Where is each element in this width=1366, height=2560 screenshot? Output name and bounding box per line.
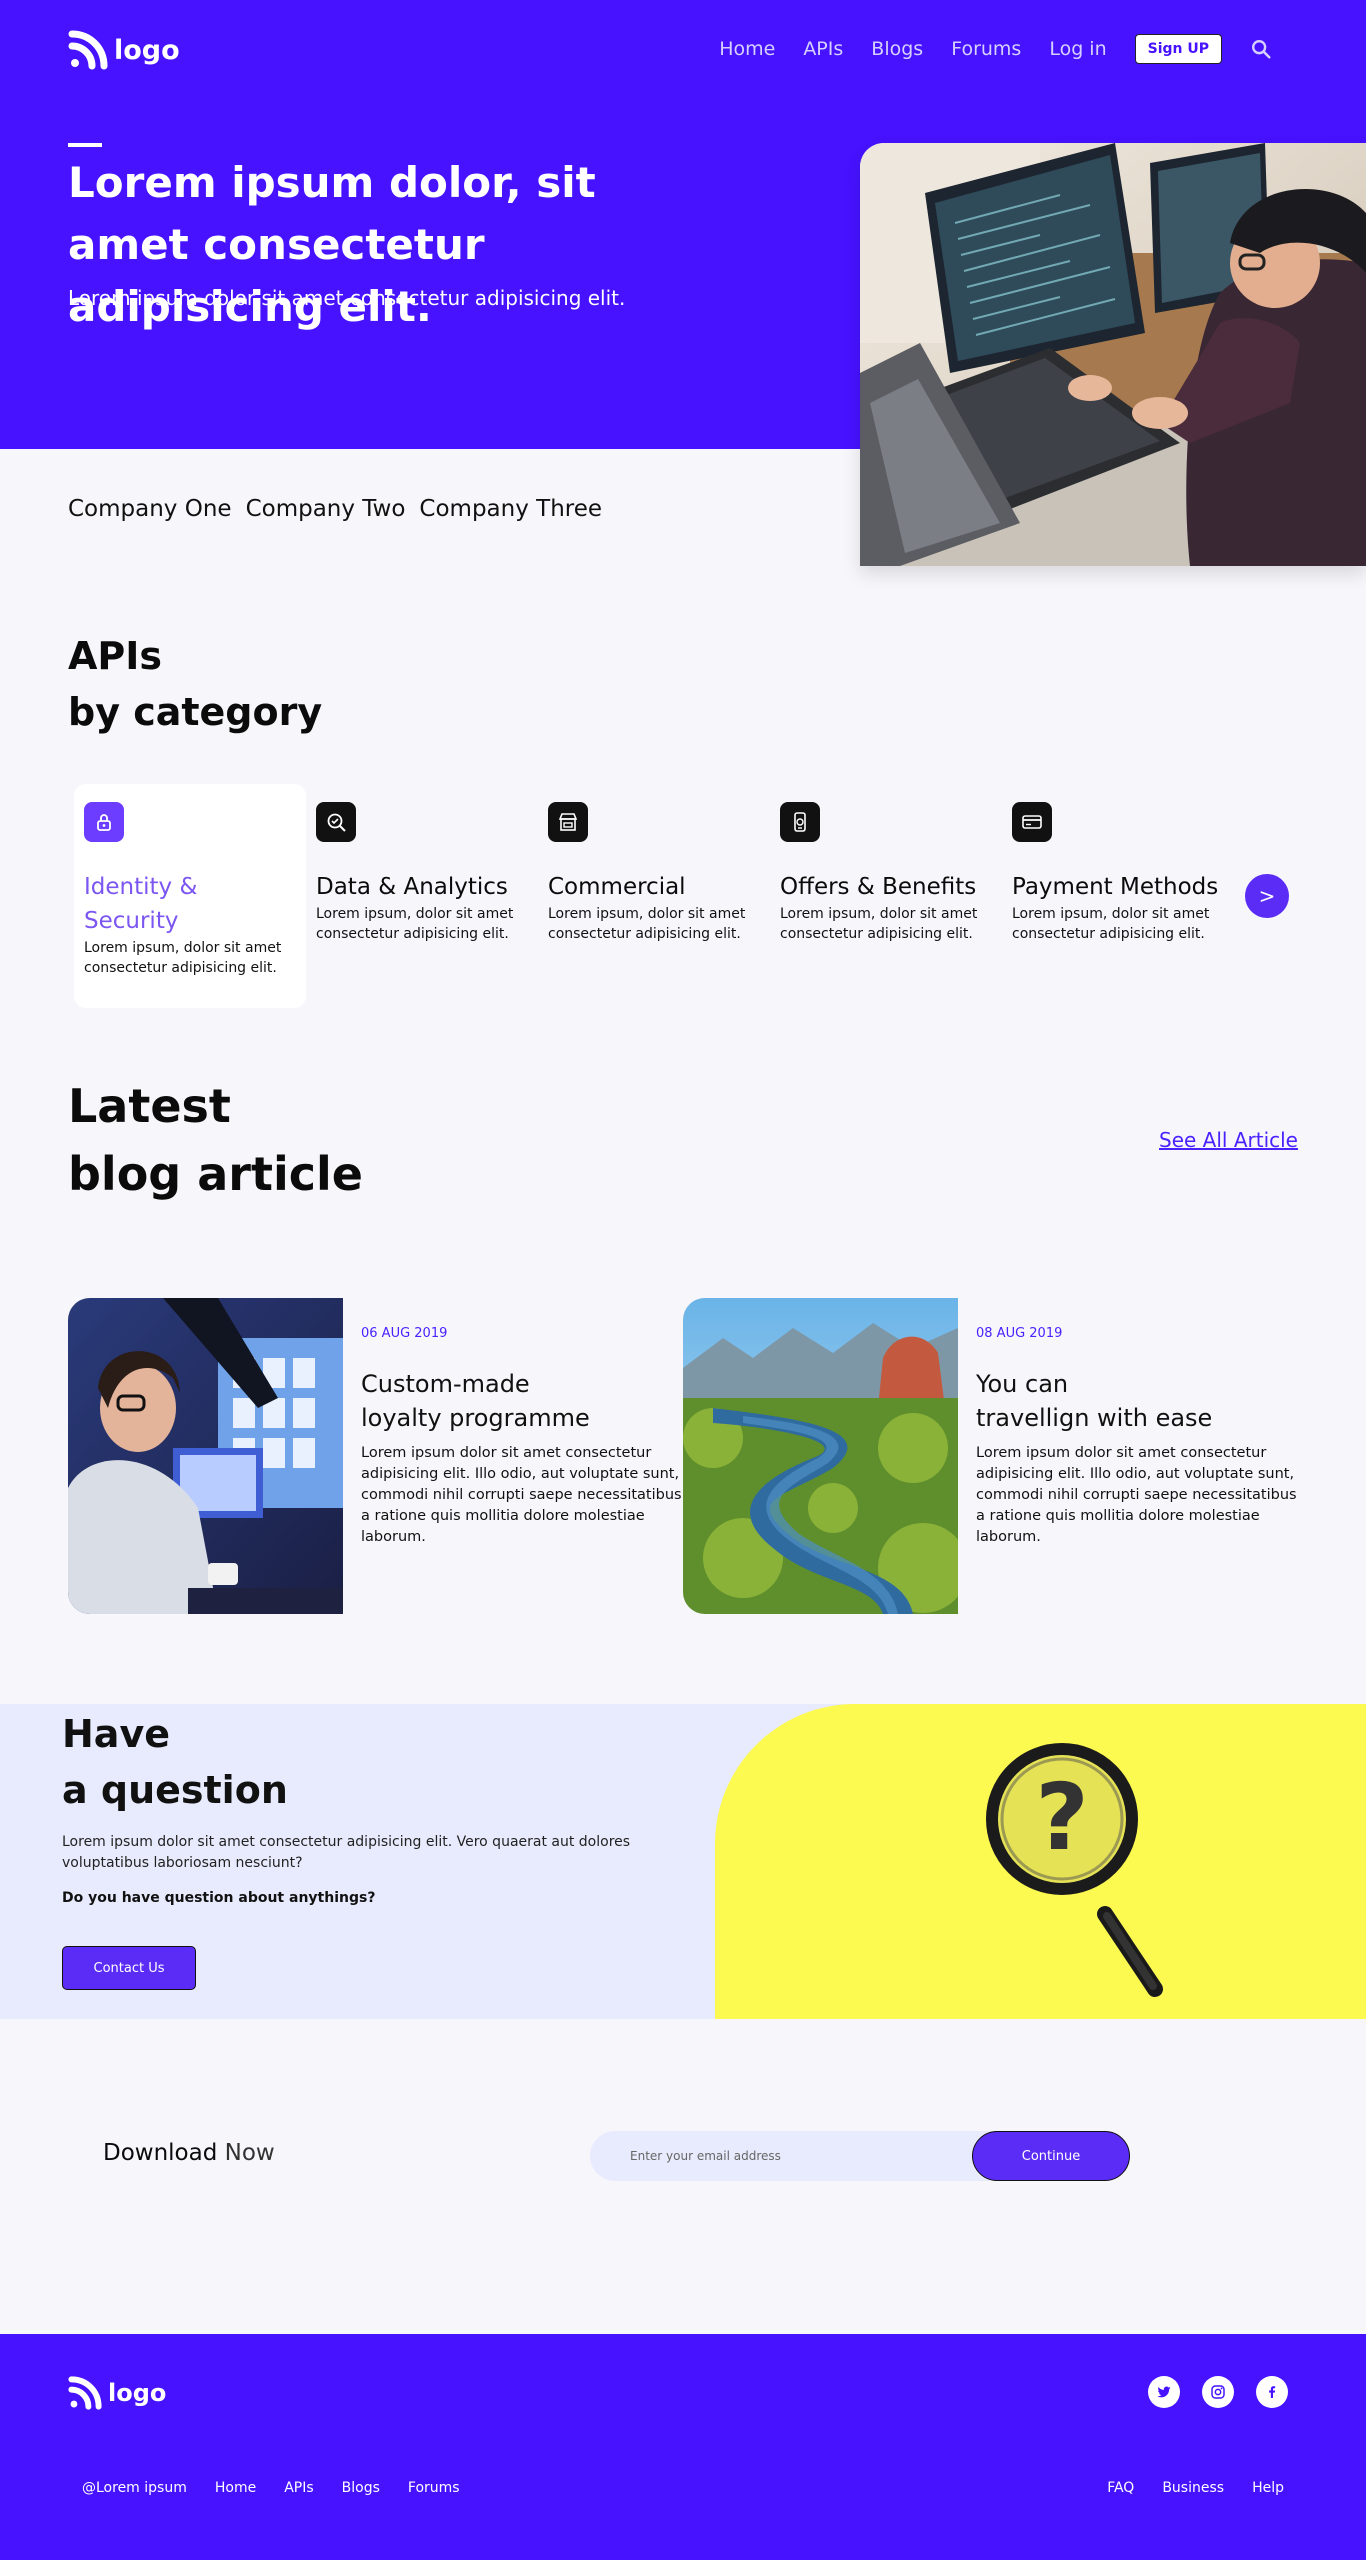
blog-card-body: 08 AUG 2019 You can travellign with ease…: [958, 1298, 1299, 1614]
blog-title-line1: Custom-made: [361, 1370, 530, 1398]
download-label: Download Now: [103, 2140, 275, 2166]
apis-title-line2: by category: [68, 690, 323, 734]
logo-icon: [68, 30, 108, 70]
email-input[interactable]: [590, 2149, 970, 2163]
footer-logo[interactable]: logo: [68, 2376, 166, 2410]
footer-link-help[interactable]: Help: [1252, 2480, 1284, 2496]
footer-copyright: @Lorem ipsum: [82, 2480, 187, 2496]
analytics-icon: [316, 802, 356, 842]
blog-title-line2: blog article: [68, 1147, 363, 1201]
footer-link-blogs[interactable]: Blogs: [342, 2480, 380, 2496]
category-list: Identity & Security Lorem ipsum, dolor s…: [74, 784, 1234, 1008]
company-one: Company One: [68, 496, 232, 522]
main-nav: Home APIs Blogs Forums Log in Sign UP: [719, 34, 1272, 64]
footer-links-right: FAQ Business Help: [1107, 2480, 1284, 2496]
blog-card[interactable]: 08 AUG 2019 You can travellign with ease…: [683, 1298, 1299, 1614]
hero-accent-line: [68, 143, 102, 147]
category-desc: Lorem ipsum, dolor sit amet consectetur …: [548, 906, 746, 942]
question-title: Have a question: [62, 1706, 288, 1818]
blog-image-office: [68, 1298, 343, 1614]
blog-image-river: [683, 1298, 958, 1614]
category-title: Payment Methods: [1012, 874, 1219, 900]
apis-title-line1: APIs: [68, 634, 163, 678]
blog-title-line2: travellign with ease: [976, 1404, 1213, 1432]
apis-section-title: APIs by category: [68, 628, 322, 740]
category-title: Commercial: [548, 874, 686, 900]
social-links: [1148, 2376, 1288, 2408]
blog-card[interactable]: 06 AUG 2019 Custom-made loyalty programm…: [68, 1298, 684, 1614]
hero-title: Lorem ipsum dolor, sit amet consectetur …: [68, 158, 596, 331]
category-offers-benefits[interactable]: Offers & Benefits Lorem ipsum, dolor sit…: [770, 784, 1002, 1008]
facebook-icon[interactable]: [1256, 2376, 1288, 2408]
instagram-icon[interactable]: [1202, 2376, 1234, 2408]
blog-title-line1: You can: [976, 1370, 1069, 1398]
nav-home[interactable]: Home: [719, 38, 775, 60]
credit-card-icon: [1012, 802, 1052, 842]
category-title: Data & Analytics: [316, 874, 508, 900]
question-image: ?: [715, 1704, 1366, 2019]
category-next-button[interactable]: >: [1245, 874, 1289, 918]
continue-button[interactable]: Continue: [972, 2131, 1130, 2181]
blog-excerpt: Lorem ipsum dolor sit amet consectetur a…: [361, 1445, 682, 1545]
question-title-line2: a question: [62, 1768, 288, 1812]
download-label-bold: Download: [103, 2140, 218, 2166]
category-desc: Lorem ipsum, dolor sit amet consectetur …: [84, 940, 282, 976]
category-data-analytics[interactable]: Data & Analytics Lorem ipsum, dolor sit …: [306, 784, 538, 1008]
signup-button[interactable]: Sign UP: [1134, 34, 1222, 64]
hero-image-developer: [860, 143, 1366, 566]
logo-text: logo: [114, 34, 180, 66]
category-commercial[interactable]: Commercial Lorem ipsum, dolor sit amet c…: [538, 784, 770, 1008]
question-prompt: Do you have question about anythings?: [62, 1890, 376, 1906]
category-desc: Lorem ipsum, dolor sit amet consectetur …: [1012, 906, 1210, 942]
twitter-icon[interactable]: [1148, 2376, 1180, 2408]
nav-forums[interactable]: Forums: [951, 38, 1021, 60]
question-title-line1: Have: [62, 1712, 170, 1756]
svg-text:?: ?: [1035, 1764, 1088, 1871]
question-description: Lorem ipsum dolor sit amet consectetur a…: [62, 1834, 631, 1871]
blog-title-line2: loyalty programme: [361, 1404, 590, 1432]
category-title: Offers & Benefits: [780, 874, 977, 900]
nav-blogs[interactable]: Blogs: [871, 38, 923, 60]
company-logos: Company One Company Two Company Three: [68, 496, 602, 522]
nav-apis[interactable]: APIs: [803, 38, 843, 60]
blog-card-title[interactable]: Custom-made loyalty programme: [361, 1367, 684, 1435]
contact-us-button[interactable]: Contact Us: [62, 1946, 196, 1990]
footer-link-apis[interactable]: APIs: [284, 2480, 313, 2496]
hero-subtitle: Lorem ipsum dolor sit amet consectetur a…: [68, 286, 626, 310]
question-section: ? Have a question Lorem ipsum dolor sit …: [0, 1704, 1366, 2019]
footer-link-forums[interactable]: Forums: [408, 2480, 460, 2496]
footer-link-faq[interactable]: FAQ: [1107, 2480, 1134, 2496]
category-payment-methods[interactable]: Payment Methods Lorem ipsum, dolor sit a…: [1002, 784, 1234, 1008]
category-identity-security[interactable]: Identity & Security Lorem ipsum, dolor s…: [74, 784, 306, 1008]
footer-link-business[interactable]: Business: [1162, 2480, 1224, 2496]
see-all-articles-link[interactable]: See All Article: [1159, 1128, 1298, 1152]
search-icon[interactable]: [1250, 38, 1272, 60]
category-desc: Lorem ipsum, dolor sit amet consectetur …: [780, 906, 978, 942]
blog-excerpt: Lorem ipsum dolor sit amet consectetur a…: [976, 1445, 1297, 1545]
nav-login[interactable]: Log in: [1049, 38, 1106, 60]
blog-title-line1: Latest: [68, 1079, 231, 1133]
download-label-rest: Now: [224, 2140, 275, 2166]
category-title: Identity & Security: [84, 874, 198, 934]
footer-links-left: @Lorem ipsum Home APIs Blogs Forums: [82, 2480, 460, 2496]
footer-link-home[interactable]: Home: [215, 2480, 256, 2496]
blog-date: 08 AUG 2019: [976, 1326, 1063, 1341]
logo[interactable]: logo: [68, 30, 180, 70]
company-two: Company Two: [245, 496, 406, 522]
email-signup-form: Continue: [590, 2131, 1130, 2181]
logo-icon: [68, 2376, 102, 2410]
mobile-offer-icon: [780, 802, 820, 842]
blog-card-title[interactable]: You can travellign with ease: [976, 1367, 1299, 1435]
footer-logo-text: logo: [108, 2379, 167, 2407]
category-desc: Lorem ipsum, dolor sit amet consectetur …: [316, 906, 514, 942]
company-three: Company Three: [419, 496, 603, 522]
blog-date: 06 AUG 2019: [361, 1326, 448, 1341]
store-icon: [548, 802, 588, 842]
lock-icon: [84, 802, 124, 842]
blog-section-title: Latest blog article: [68, 1072, 363, 1208]
blog-card-body: 06 AUG 2019 Custom-made loyalty programm…: [343, 1298, 684, 1614]
footer: logo @Lorem ipsum Home APIs Blogs Forums…: [0, 2334, 1366, 2560]
